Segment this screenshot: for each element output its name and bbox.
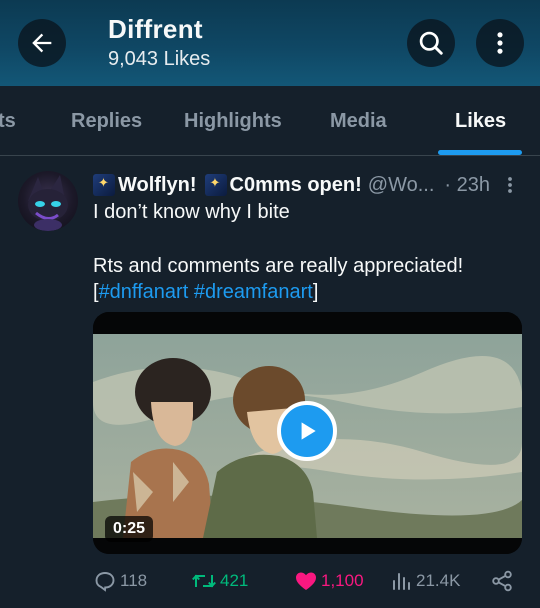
sparkle-emoji-icon <box>93 174 115 196</box>
reply-button[interactable]: 118 <box>93 565 147 597</box>
tab-posts[interactable]: ts <box>0 86 16 156</box>
search-icon <box>419 31 443 55</box>
post-text: I don’t know why I bite Rts and comments… <box>93 199 523 305</box>
heart-icon <box>296 572 316 590</box>
profile-header: Diffrent 9,043 Likes <box>0 0 540 86</box>
play-button[interactable] <box>277 401 337 461</box>
post-text-line: Rts and comments are really appreciated! <box>93 255 464 277</box>
analytics-icon <box>393 573 410 590</box>
hashtag-link[interactable]: #dnffanart <box>99 281 189 303</box>
post-text-line: I don’t know why I bite <box>93 201 290 223</box>
sparkle-emoji-icon <box>204 174 227 196</box>
view-count: 21.4K <box>416 571 461 590</box>
back-button[interactable] <box>18 19 66 67</box>
retweet-button[interactable]: 421 <box>191 565 248 597</box>
post-time[interactable]: · 23h <box>444 174 490 197</box>
arrow-left-icon <box>32 33 52 53</box>
bracket-close: ] <box>312 281 319 303</box>
author-name-suffix[interactable]: C0mms open! <box>230 174 362 197</box>
author-handle[interactable]: @Wo... <box>368 174 435 197</box>
retweet-icon <box>192 574 216 588</box>
author-name[interactable]: Wolflyn! <box>118 174 197 197</box>
post[interactable]: Wolflyn! C0mms open! @Wo... · 23h I don’… <box>0 157 540 608</box>
active-tab-indicator <box>438 150 522 155</box>
like-count: 1,100 <box>321 571 364 590</box>
more-vertical-icon <box>508 177 512 193</box>
post-more-button[interactable] <box>500 171 520 199</box>
reply-icon <box>95 572 115 592</box>
avatar-image <box>28 175 68 231</box>
tab-highlights[interactable]: Highlights <box>184 86 282 156</box>
video-duration: 0:25 <box>105 516 154 542</box>
tab-media[interactable]: Media <box>330 86 387 156</box>
post-actions: 118 421 1,100 21.4K <box>93 565 523 597</box>
retweet-count: 421 <box>220 571 249 590</box>
reply-count: 118 <box>120 571 148 590</box>
search-button[interactable] <box>407 19 455 67</box>
like-button[interactable]: 1,100 <box>294 565 364 597</box>
more-vertical-icon <box>497 32 503 54</box>
post-header: Wolflyn! C0mms open! @Wo... · 23h <box>93 171 490 199</box>
more-options-button[interactable] <box>476 19 524 67</box>
tab-replies[interactable]: Replies <box>71 86 142 156</box>
header-title-block: Diffrent 9,043 Likes <box>108 14 210 72</box>
hashtag-link[interactable]: #dreamfanart <box>194 281 313 303</box>
profile-tabs: ts Replies Highlights Media Likes <box>0 86 540 156</box>
views-button[interactable]: 21.4K <box>391 565 460 597</box>
video-player[interactable]: 0:25 <box>93 312 522 554</box>
share-button[interactable] <box>490 565 517 597</box>
tab-likes[interactable]: Likes <box>455 86 506 156</box>
profile-title: Diffrent <box>108 14 203 44</box>
play-icon <box>301 422 316 440</box>
share-icon <box>492 570 512 592</box>
avatar[interactable] <box>18 171 78 231</box>
likes-count: 9,043 Likes <box>108 48 211 70</box>
